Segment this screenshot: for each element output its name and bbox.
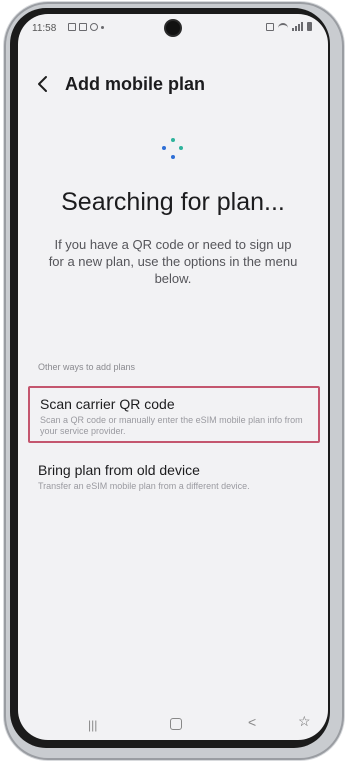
dot-icon: [101, 26, 104, 29]
battery-icon: [307, 22, 312, 31]
chevron-left-icon: [38, 76, 47, 92]
wifi-icon: [278, 22, 288, 31]
settings-icon: [90, 23, 98, 31]
searching-title: Searching for plan...: [61, 188, 285, 216]
status-time: 11:58: [32, 23, 57, 34]
scan-carrier-qr-option[interactable]: Scan carrier QR code Scan a QR code or m…: [28, 386, 320, 443]
option-description: Scan a QR code or manually enter the eSI…: [40, 415, 303, 436]
loading-dots-icon: [162, 138, 184, 160]
recents-icon[interactable]: |||: [88, 718, 100, 732]
signal-icon: [292, 22, 303, 31]
status-system-icons: [266, 22, 312, 31]
navigation-bar: ||| < ☆: [18, 710, 328, 740]
bring-plan-from-old-device-option[interactable]: Bring plan from old device Transfer an e…: [28, 454, 320, 502]
status-bar: 11:58: [18, 14, 328, 42]
other-ways-label: Other ways to add plans: [38, 362, 136, 372]
option-title: Scan carrier QR code: [40, 396, 175, 412]
app-header: Add mobile plan: [18, 70, 328, 100]
accessibility-icon[interactable]: ☆: [298, 713, 311, 730]
status-notification-icons: [68, 23, 104, 31]
option-title: Bring plan from old device: [38, 462, 200, 478]
back-button[interactable]: [32, 73, 54, 95]
home-icon[interactable]: [170, 718, 182, 730]
phone-screen: 11:58 Add mobile plan Searching for plan…: [18, 14, 328, 740]
page-title: Add mobile plan: [65, 74, 206, 94]
back-icon[interactable]: <: [248, 714, 256, 730]
front-camera: [166, 21, 180, 35]
searching-description: If you have a QR code or need to sign up…: [48, 237, 298, 286]
option-description: Transfer an eSIM mobile plan from a diff…: [38, 481, 250, 491]
image-icon: [68, 23, 76, 31]
message-icon: [79, 23, 87, 31]
mute-icon: [266, 22, 274, 31]
